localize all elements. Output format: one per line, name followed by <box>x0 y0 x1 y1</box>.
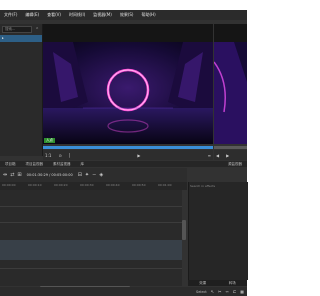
zoom-slider-icon[interactable]: ◈ <box>99 172 103 178</box>
video-track[interactable] <box>0 240 182 260</box>
select-tool-label: Select <box>195 289 207 294</box>
menu-icon[interactable]: ≡ <box>206 153 213 158</box>
in-point-icon[interactable]: [ <box>67 153 73 158</box>
grid-icon[interactable]: ▦ <box>240 289 244 294</box>
menu-monitor[interactable]: 监视器(M) <box>89 12 116 18</box>
ruler-label: 00:01:00 <box>158 183 172 187</box>
rewind-icon[interactable]: ◀ <box>214 153 221 158</box>
editor-window: 文件(F) 编辑(E) 查看(V) 时间线(I) 监视器(M) 效果(S) 帮助… <box>0 10 248 296</box>
play-icon[interactable]: ▶ <box>135 153 142 158</box>
menu-view[interactable]: 查看(V) <box>43 12 65 18</box>
program-scrubber[interactable] <box>43 146 213 149</box>
timeline-tracks[interactable] <box>0 190 182 286</box>
neon-ring-image <box>43 42 213 144</box>
menu-help[interactable]: 帮助(H) <box>138 12 160 18</box>
snap-icon[interactable]: ⊟ <box>78 172 82 178</box>
marker-icon[interactable]: ✦ <box>85 172 89 178</box>
neon-image-partial <box>214 42 247 144</box>
split-icon[interactable]: ⇹ <box>3 172 7 178</box>
zoom-select[interactable]: 1:1 <box>43 153 53 158</box>
timeline-timecode: 00:01:30:29 / 00:05:00:00 <box>26 173 73 177</box>
ruler-label: 00:00:10 <box>28 183 42 187</box>
tab-transitions[interactable]: 转场 <box>224 281 241 286</box>
source-scrubber[interactable] <box>214 146 247 149</box>
razor-icon[interactable]: ✂ <box>218 289 221 294</box>
pointer-icon[interactable]: ↖ <box>211 289 214 294</box>
timeline-vertical-scrollbar[interactable] <box>182 220 186 240</box>
ripple-icon[interactable]: ⊏ <box>233 289 236 294</box>
menu-timeline[interactable]: 时间线(I) <box>65 12 89 18</box>
track-divider <box>0 268 182 269</box>
lock-icon[interactable]: ⊞ <box>17 172 21 178</box>
effects-tab-bar: 效果 转场 <box>188 280 247 286</box>
zoom-out-icon[interactable]: − <box>92 172 96 178</box>
in-point-tag: 入点 <box>44 138 55 143</box>
chevron-up-icon[interactable]: ⌃ <box>35 27 39 33</box>
menu-bar: 文件(F) 编辑(E) 查看(V) 时间线(I) 监视器(M) 效果(S) 帮助… <box>0 10 247 20</box>
source-monitor <box>214 24 247 144</box>
source-controls: ◀ ▶ <box>214 150 247 160</box>
track-divider <box>0 206 182 207</box>
ruler-label: 00:00:20 <box>54 183 68 187</box>
tab-effects[interactable]: 效果 <box>194 281 211 286</box>
menu-effects[interactable]: 效果(S) <box>116 12 138 18</box>
ruler-label: 00:00:00 <box>2 183 16 187</box>
effects-search-input[interactable]: Search in effects <box>190 184 245 190</box>
source-video-preview <box>214 42 247 144</box>
ruler-label: 00:00:30 <box>80 183 94 187</box>
tab-library[interactable]: 库 <box>76 162 90 167</box>
tab-project-bin[interactable]: 项目箱 <box>0 162 21 167</box>
program-controls: 1:1 ⊙ [ ▶ ≡ <box>43 150 213 160</box>
menu-file[interactable]: 文件(F) <box>0 12 21 18</box>
timeline-toolbar: ⇹ ⇄ ⊞ 00:01:30:29 / 00:05:00:00 ⊟ ✦ − ◈ <box>0 168 187 182</box>
tab-clip-monitor[interactable]: 素材监视器 <box>48 162 76 167</box>
bin-selected-row[interactable]: ▸ <box>0 35 42 42</box>
record-icon[interactable]: ⊙ <box>56 153 63 158</box>
video-preview: 入点 <box>43 42 213 144</box>
tab-source-monitor[interactable]: 源监视器 <box>223 162 247 167</box>
timeline-ruler[interactable]: 00:00:00 00:00:10 00:00:20 00:00:30 00:0… <box>0 182 187 190</box>
split-audio-icon[interactable]: ⇄ <box>10 172 14 178</box>
project-bin-panel: 搜索... ⌃ ▸ <box>0 24 43 156</box>
status-bar: Select ↖ ✂ ⇿ ⊏ ▦ <box>0 287 247 296</box>
track-divider <box>0 222 182 223</box>
menu-edit[interactable]: 编辑(E) <box>21 12 43 18</box>
effects-panel: Search in effects <box>188 182 248 280</box>
program-monitor: 入点 <box>43 24 213 144</box>
tab-project-monitor[interactable]: 项目监视器 <box>21 162 49 167</box>
bin-search-input[interactable]: 搜索... <box>2 26 32 33</box>
source-play-icon[interactable]: ▶ <box>224 153 231 158</box>
ruler-label: 00:00:40 <box>106 183 120 187</box>
dock-tab-bar: 项目箱 项目监视器 素材监视器 库 源监视器 <box>0 161 247 167</box>
spacer-icon[interactable]: ⇿ <box>226 289 229 294</box>
ruler-label: 00:00:50 <box>132 183 146 187</box>
